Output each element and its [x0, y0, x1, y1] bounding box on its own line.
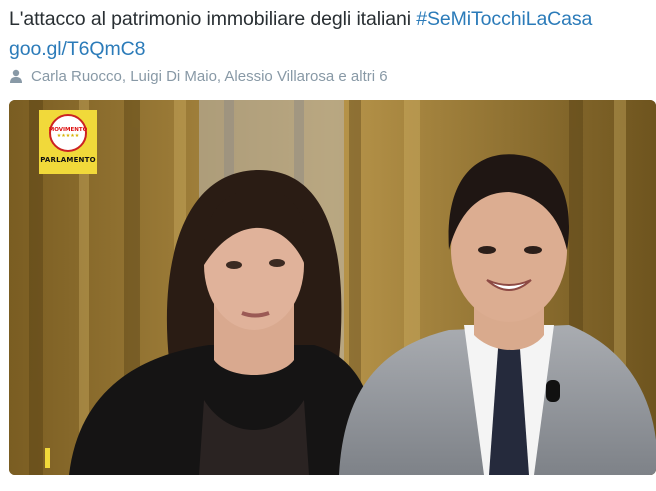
tagged-connector: e [334, 67, 351, 85]
tagged-more-link[interactable]: altri 6 [351, 68, 388, 85]
movimento-logo: MOVIMENTO ★★★★★ PARLAMENTO [39, 110, 97, 174]
yellow-mark [45, 448, 50, 468]
tagged-names-link[interactable]: Carla Ruocco, Luigi Di Maio, Alessio Vil… [31, 68, 334, 85]
tweet-text: L'attacco al patrimonio immobiliare degl… [9, 4, 654, 64]
media-photo[interactable]: MOVIMENTO ★★★★★ PARLAMENTO [9, 100, 656, 475]
hashtag-link[interactable]: #SeMiTocchiLaCasa [416, 8, 592, 30]
person-icon [10, 69, 22, 83]
logo-label: PARLAMENTO [40, 156, 96, 164]
photo-illustration [9, 100, 656, 475]
logo-circle: MOVIMENTO ★★★★★ [49, 114, 87, 152]
tagged-users: Carla Ruocco, Luigi Di Maio, Alessio Vil… [9, 64, 388, 88]
short-url-link[interactable]: goo.gl/T6QmC8 [9, 38, 145, 60]
tweet-body: L'attacco al patrimonio immobiliare degl… [9, 8, 411, 30]
logo-stars: ★★★★★ [56, 133, 80, 139]
